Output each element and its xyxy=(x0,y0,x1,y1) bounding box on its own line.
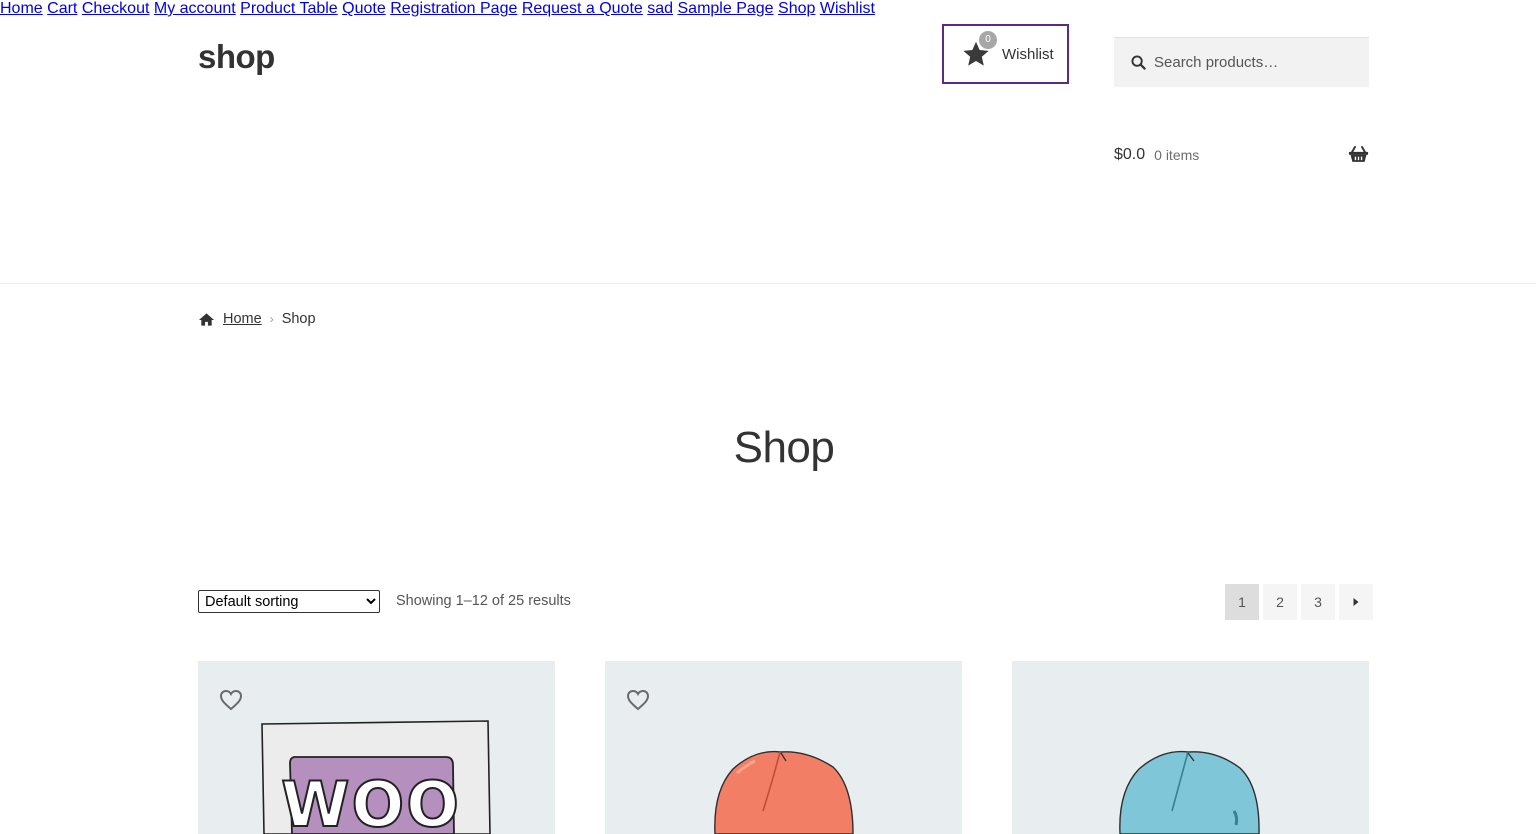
nav-item-cart[interactable]: Cart xyxy=(47,0,77,17)
breadcrumb-home-link[interactable]: Home xyxy=(223,311,262,327)
nav-item-home[interactable]: Home xyxy=(0,0,43,17)
search-icon xyxy=(1131,55,1146,70)
chevron-right-icon: › xyxy=(269,312,274,326)
pagination-page-3[interactable]: 3 xyxy=(1301,584,1335,620)
nav-item-shop[interactable]: Shop xyxy=(778,0,815,17)
wishlist-button[interactable]: 0 Wishlist xyxy=(942,24,1069,84)
wishlist-count-badge: 0 xyxy=(979,31,997,49)
breadcrumb: Home › Shop xyxy=(198,311,316,327)
breadcrumb-current: Shop xyxy=(281,311,316,327)
wishlist-label: Wishlist xyxy=(1002,45,1054,63)
nav-item-sad[interactable]: sad xyxy=(647,0,673,17)
pagination-next-button[interactable] xyxy=(1339,584,1373,620)
nav-item-request-a-quote[interactable]: Request a Quote xyxy=(522,0,643,17)
heart-icon[interactable] xyxy=(626,689,650,711)
nav-item-quote[interactable]: Quote xyxy=(342,0,386,17)
pagination: 1 2 3 xyxy=(1225,584,1373,620)
primary-navigation: Home Cart Checkout My account Product Ta… xyxy=(0,0,1536,18)
arrow-right-icon xyxy=(1353,598,1359,606)
heart-icon[interactable] xyxy=(219,689,243,711)
woo-album-image[interactable]: WOO xyxy=(198,661,555,834)
site-title[interactable]: shop xyxy=(198,38,275,76)
sort-select[interactable]: Default sorting xyxy=(198,590,380,613)
star-icon: 0 xyxy=(962,31,997,68)
nav-item-wishlist[interactable]: Wishlist xyxy=(820,0,875,17)
blue-beanie-image[interactable] xyxy=(1012,661,1369,834)
search-bar xyxy=(1114,37,1369,87)
cart-amount: $0.0 xyxy=(1114,146,1146,163)
product-card[interactable] xyxy=(1012,661,1369,834)
header-divider xyxy=(0,283,1536,284)
pagination-page-1[interactable]: 1 xyxy=(1225,584,1259,620)
svg-text:WOO: WOO xyxy=(281,768,461,834)
home-icon xyxy=(198,312,215,326)
nav-item-product-table[interactable]: Product Table xyxy=(240,0,338,17)
nav-item-registration-page[interactable]: Registration Page xyxy=(390,0,517,17)
product-card[interactable] xyxy=(605,661,962,834)
result-count: Showing 1–12 of 25 results xyxy=(396,593,571,609)
search-input[interactable] xyxy=(1154,54,1354,71)
page-title: Shop xyxy=(733,423,835,472)
header-cart[interactable]: $0.0 0 items xyxy=(1114,144,1369,166)
pagination-page-2[interactable]: 2 xyxy=(1263,584,1297,620)
cart-item-count: 0 items xyxy=(1154,147,1200,163)
nav-item-sample-page[interactable]: Sample Page xyxy=(678,0,774,17)
orange-beanie-image[interactable] xyxy=(605,661,962,834)
nav-item-my-account[interactable]: My account xyxy=(154,0,236,17)
basket-icon xyxy=(1348,146,1369,162)
product-card[interactable]: WOO xyxy=(198,661,555,834)
nav-item-checkout[interactable]: Checkout xyxy=(82,0,150,17)
